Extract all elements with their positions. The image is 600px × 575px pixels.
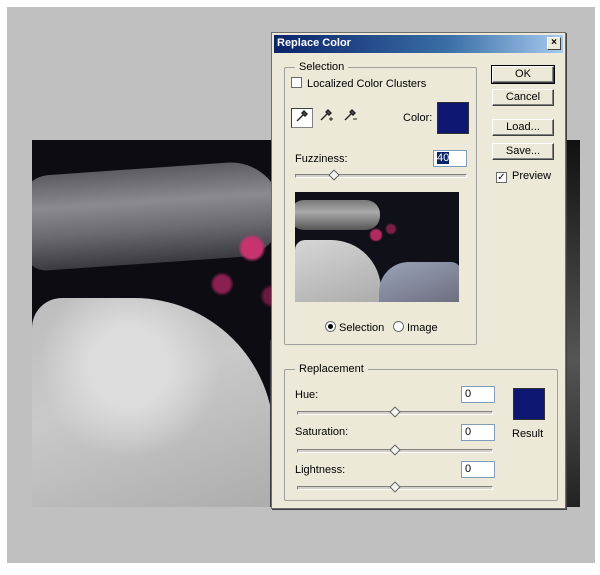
eyedropper-minus-icon[interactable] bbox=[340, 108, 362, 128]
preview-label: Preview bbox=[512, 170, 552, 182]
lightness-slider[interactable] bbox=[297, 481, 493, 493]
color-label: Color: bbox=[403, 112, 433, 124]
saturation-slider-thumb[interactable] bbox=[389, 444, 401, 456]
replacement-group-label: Replacement bbox=[295, 363, 368, 375]
cancel-button[interactable]: Cancel bbox=[492, 89, 554, 106]
replacement-group: Replacement Hue: 0 Saturation: 0 Lightne… bbox=[284, 363, 558, 501]
saturation-slider[interactable] bbox=[297, 444, 493, 456]
selection-preview bbox=[295, 192, 459, 302]
result-color-swatch[interactable] bbox=[513, 388, 545, 420]
selection-group: Selection Localized Color Clusters Color… bbox=[284, 61, 477, 345]
fuzziness-value: 40 bbox=[437, 152, 450, 164]
lightness-value: 0 bbox=[465, 463, 472, 475]
selection-radio[interactable] bbox=[325, 321, 336, 332]
result-label: Result bbox=[512, 428, 544, 440]
preview-flowers bbox=[351, 220, 401, 250]
fuzziness-field[interactable]: 40 bbox=[433, 150, 467, 167]
view-option-selection[interactable]: Selection bbox=[325, 321, 384, 334]
view-option-image[interactable]: Image bbox=[393, 321, 438, 334]
hue-label: Hue: bbox=[295, 389, 319, 401]
image-radio[interactable] bbox=[393, 321, 404, 332]
hue-value: 0 bbox=[465, 388, 472, 400]
dialog-titlebar[interactable]: Replace Color × bbox=[274, 35, 563, 53]
close-button[interactable]: × bbox=[547, 37, 561, 50]
hue-field[interactable]: 0 bbox=[461, 386, 495, 403]
preview-option[interactable]: ✓ Preview bbox=[496, 170, 551, 183]
image-rock bbox=[32, 298, 274, 507]
replace-color-dialog: Replace Color × Selection Localized Colo… bbox=[271, 32, 566, 509]
selection-radio-label: Selection bbox=[339, 322, 385, 334]
hue-slider-thumb[interactable] bbox=[389, 406, 401, 418]
dialog-title: Replace Color bbox=[277, 37, 351, 49]
selection-color-swatch[interactable] bbox=[437, 102, 469, 134]
lightness-label: Lightness: bbox=[295, 464, 346, 476]
saturation-value: 0 bbox=[465, 426, 472, 438]
lightness-field[interactable]: 0 bbox=[461, 461, 495, 478]
preview-rock-right bbox=[379, 262, 459, 302]
ok-button[interactable]: OK bbox=[491, 65, 555, 84]
eyedropper-plus-icon[interactable] bbox=[316, 108, 338, 128]
eyedropper-icon[interactable] bbox=[291, 108, 313, 128]
load-button[interactable]: Load... bbox=[492, 119, 554, 136]
fuzziness-label: Fuzziness: bbox=[295, 153, 348, 165]
hue-slider[interactable] bbox=[297, 406, 493, 418]
image-radio-label: Image bbox=[407, 322, 438, 334]
fuzziness-slider-thumb[interactable] bbox=[328, 169, 340, 181]
lightness-slider-thumb[interactable] bbox=[389, 481, 401, 493]
selection-group-label: Selection bbox=[295, 61, 349, 73]
fuzziness-slider[interactable] bbox=[295, 169, 467, 181]
localized-clusters-option[interactable]: Localized Color Clusters bbox=[291, 77, 426, 90]
saturation-field[interactable]: 0 bbox=[461, 424, 495, 441]
close-icon: × bbox=[551, 37, 557, 48]
saturation-label: Saturation: bbox=[295, 426, 349, 438]
save-button[interactable]: Save... bbox=[492, 143, 554, 160]
localized-clusters-checkbox[interactable] bbox=[291, 77, 302, 88]
preview-checkbox[interactable]: ✓ bbox=[496, 172, 507, 183]
localized-clusters-label: Localized Color Clusters bbox=[307, 78, 427, 90]
image-right-edge bbox=[564, 140, 580, 507]
